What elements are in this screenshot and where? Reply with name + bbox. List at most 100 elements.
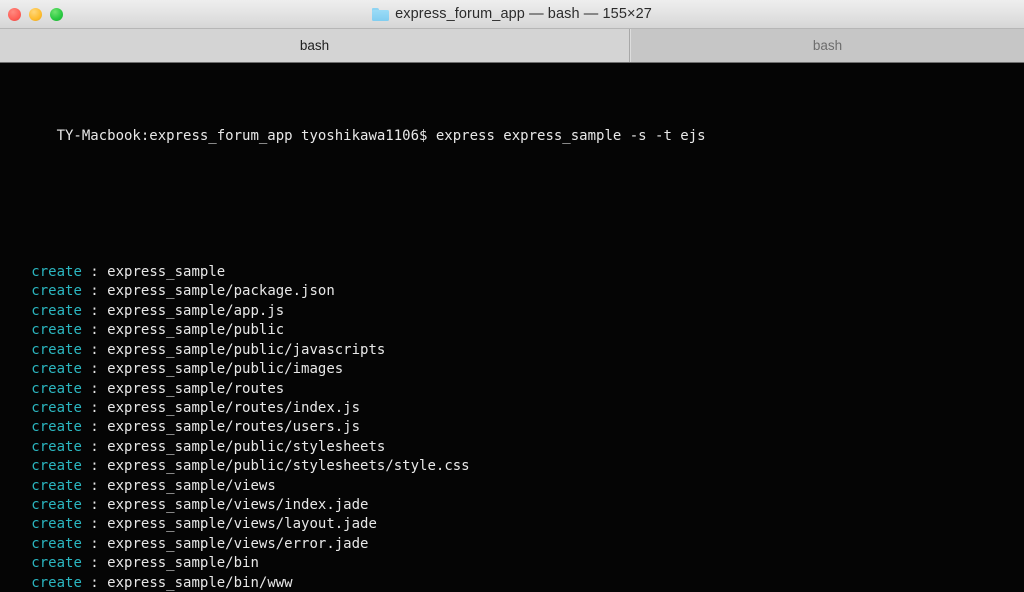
create-separator: : — [81, 264, 108, 281]
create-line: create : express_sample/public/styleshee… — [6, 457, 1024, 476]
create-separator: : — [81, 399, 108, 416]
create-line: create : express_sample/bin — [6, 554, 1024, 573]
created-path: express_sample/public/stylesheets/style.… — [107, 458, 470, 475]
create-separator: : — [81, 380, 108, 397]
create-keyword: create — [31, 574, 82, 591]
created-path: express_sample/public — [107, 322, 285, 339]
created-path: express_sample/bin — [107, 555, 259, 572]
create-keyword: create — [31, 438, 82, 455]
created-path: express_sample/views/layout.jade — [107, 516, 377, 533]
create-line: create : express_sample/package.json — [6, 282, 1024, 301]
create-separator: : — [81, 555, 108, 572]
tab-bash-2[interactable]: bash — [630, 29, 1024, 62]
window-title-text: express_forum_app — bash — 155×27 — [395, 6, 652, 22]
folder-icon — [372, 7, 390, 21]
create-separator: : — [81, 419, 108, 436]
command-line: TY-Macbook:express_forum_app tyoshikawa1… — [6, 108, 1024, 166]
create-keyword: create — [31, 322, 82, 339]
tab-label: bash — [812, 38, 843, 53]
minimize-button[interactable] — [29, 7, 42, 21]
created-path: express_sample/bin/www — [107, 574, 293, 591]
created-path: express_sample/public/stylesheets — [107, 438, 386, 455]
create-separator: : — [81, 574, 108, 591]
create-separator: : — [81, 322, 108, 339]
create-separator: : — [81, 477, 108, 494]
create-line: create : express_sample/views/layout.jad… — [6, 515, 1024, 534]
create-line-list: create : express_sample create : express… — [6, 263, 1024, 592]
command-line-text: TY-Macbook:express_forum_app tyoshikawa1… — [56, 128, 706, 145]
created-path: express_sample/public/javascripts — [107, 341, 386, 358]
create-keyword: create — [31, 496, 82, 513]
create-line: create : express_sample/routes/index.js — [6, 399, 1024, 418]
created-path: express_sample/routes/index.js — [107, 399, 361, 416]
created-path: express_sample/app.js — [107, 302, 285, 319]
create-separator: : — [81, 438, 108, 455]
create-keyword: create — [31, 477, 82, 494]
terminal-window: express_forum_app — bash — 155×27 bash b… — [0, 0, 1024, 592]
create-line: create : express_sample/views — [6, 477, 1024, 496]
create-keyword: create — [31, 264, 82, 281]
create-keyword: create — [31, 419, 82, 436]
created-path: express_sample/package.json — [107, 283, 335, 300]
tab-bar: bash bash — [0, 29, 1024, 63]
create-keyword: create — [31, 458, 82, 475]
created-path: express_sample/routes/users.js — [107, 419, 361, 436]
create-line: create : express_sample — [6, 263, 1024, 282]
create-line: create : express_sample/app.js — [6, 302, 1024, 321]
terminal-output[interactable]: TY-Macbook:express_forum_app tyoshikawa1… — [0, 63, 1024, 592]
create-line: create : express_sample/public — [6, 321, 1024, 340]
create-line: create : express_sample/public/javascrip… — [6, 341, 1024, 360]
create-separator: : — [81, 458, 108, 475]
create-line: create : express_sample/public/images — [6, 360, 1024, 379]
create-keyword: create — [31, 535, 82, 552]
create-separator: : — [81, 496, 108, 513]
create-separator: : — [81, 341, 108, 358]
tab-bash-1[interactable]: bash — [0, 29, 630, 62]
create-line: create : express_sample/routes — [6, 380, 1024, 399]
create-keyword: create — [31, 555, 82, 572]
create-line: create : express_sample/views/error.jade — [6, 535, 1024, 554]
create-separator: : — [81, 302, 108, 319]
window-title: express_forum_app — bash — 155×27 — [0, 6, 1024, 22]
create-keyword: create — [31, 361, 82, 378]
create-separator: : — [81, 361, 108, 378]
close-button[interactable] — [8, 7, 21, 21]
create-keyword: create — [31, 399, 82, 416]
create-keyword: create — [31, 283, 82, 300]
tab-label: bash — [299, 38, 330, 53]
create-separator: : — [81, 516, 108, 533]
created-path: express_sample/views/index.jade — [107, 496, 369, 513]
create-keyword: create — [31, 341, 82, 358]
created-path: express_sample/views/error.jade — [107, 535, 369, 552]
create-keyword: create — [31, 516, 82, 533]
create-keyword: create — [31, 302, 82, 319]
create-line: create : express_sample/views/index.jade — [6, 496, 1024, 515]
created-path: express_sample — [107, 264, 226, 281]
create-line: create : express_sample/public/styleshee… — [6, 438, 1024, 457]
create-keyword: create — [31, 380, 82, 397]
zoom-button[interactable] — [50, 7, 63, 21]
create-line: create : express_sample/bin/www — [6, 574, 1024, 592]
create-separator: : — [81, 535, 108, 552]
window-controls — [8, 0, 63, 28]
window-titlebar[interactable]: express_forum_app — bash — 155×27 — [0, 0, 1024, 29]
create-separator: : — [81, 283, 108, 300]
created-path: express_sample/routes — [107, 380, 285, 397]
